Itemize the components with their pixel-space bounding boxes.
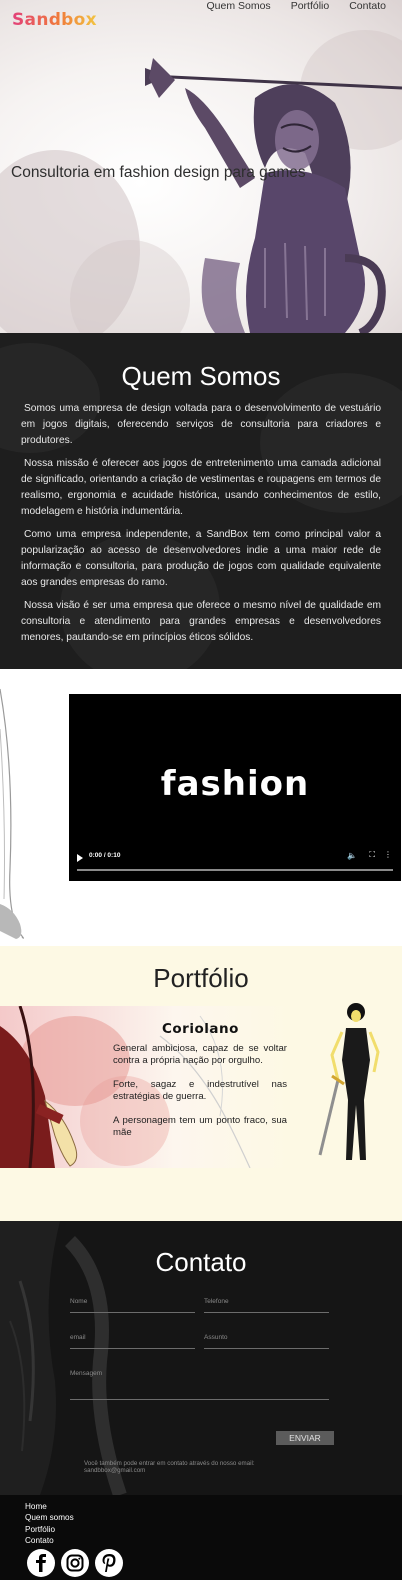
email-field-label: email (70, 1334, 86, 1341)
instagram-icon[interactable] (61, 1549, 89, 1577)
send-button[interactable]: ENVIAR (276, 1431, 334, 1445)
volume-icon[interactable]: 🔈 (347, 851, 357, 860)
hero-warrior-illustration (145, 58, 402, 333)
phone-field-label: Telefone (204, 1298, 229, 1305)
top-navigation: Quem Somos Portfólio Contato (206, 0, 386, 12)
hero-section: Sandbox Quem Somos Portfólio Contato Con… (0, 0, 402, 333)
about-paragraph: Como uma empresa independente, a SandBox… (21, 529, 381, 588)
name-field[interactable]: Nome (70, 1298, 195, 1313)
sketch-illustration (0, 688, 24, 939)
video-section: fashion 0:00 / 0:10 🔈 ⛶ ⋮ (0, 669, 402, 946)
nav-link-quem-somos[interactable]: Quem Somos (206, 0, 270, 12)
portfolio-section: Portfólio Coriolano General ambiciosa, c… (0, 946, 402, 1221)
footer-link-home[interactable]: Home (25, 1501, 74, 1512)
phone-field[interactable]: Telefone (204, 1298, 329, 1313)
footer-navigation: Home Quem somos Portfólio Contato (25, 1501, 74, 1547)
footer: Home Quem somos Portfólio Contato (0, 1495, 402, 1580)
description-paragraph: Forte, sagaz e indestrutível nas estraté… (113, 1079, 287, 1102)
description-paragraph: General ambiciosa, capaz de se voltar co… (113, 1043, 287, 1066)
section-title-quem-somos: Quem Somos (121, 361, 281, 391)
video-player[interactable]: fashion 0:00 / 0:10 🔈 ⛶ ⋮ (69, 694, 401, 881)
social-links (27, 1549, 123, 1577)
about-paragraph: Nossa visão é ser uma empresa que oferec… (21, 600, 381, 643)
contact-email-note: Você também pode entrar em contato atrav… (84, 1460, 255, 1474)
sandbox-logo[interactable]: Sandbox (12, 10, 97, 30)
fullscreen-icon[interactable]: ⛶ (369, 850, 375, 860)
character-name: Coriolano (162, 1021, 239, 1037)
more-options-icon[interactable]: ⋮ (384, 850, 392, 859)
about-paragraph: Nossa missão é oferecer aos jogos de ent… (21, 458, 381, 517)
video-progress-bar[interactable] (77, 869, 393, 871)
nav-link-contato[interactable]: Contato (349, 0, 386, 12)
section-title-portfolio: Portfólio (153, 963, 249, 993)
character-description: General ambiciosa, capaz de se voltar co… (113, 1043, 287, 1151)
subject-field-label: Assunto (204, 1334, 228, 1341)
subject-field[interactable]: Assunto (204, 1334, 329, 1349)
video-time: 0:00 / 0:10 (89, 852, 121, 859)
about-section: Quem Somos Somos uma empresa de design v… (0, 333, 402, 669)
pinterest-icon[interactable] (95, 1549, 123, 1577)
character-figure (318, 1003, 380, 1160)
footer-link-portfolio[interactable]: Portfólio (25, 1524, 74, 1535)
message-field-label: Mensagem (70, 1370, 103, 1377)
footer-link-contato[interactable]: Contato (25, 1535, 74, 1546)
footer-link-quem-somos[interactable]: Quem somos (25, 1512, 74, 1523)
name-field-label: Nome (70, 1298, 88, 1305)
nav-link-portfolio[interactable]: Portfólio (291, 0, 330, 12)
facebook-icon[interactable] (27, 1549, 55, 1577)
hero-tagline: Consultoria em fashion design para games (11, 164, 306, 181)
about-paragraph: Somos uma empresa de design voltada para… (21, 403, 381, 446)
play-icon[interactable] (77, 854, 83, 862)
email-field[interactable]: email (70, 1334, 195, 1349)
about-text: Somos uma empresa de design voltada para… (21, 401, 381, 653)
contact-section: Contato Nome Telefone email Assunto Mens… (0, 1221, 402, 1495)
section-title-contato: Contato (155, 1247, 247, 1277)
message-field[interactable]: Mensagem (70, 1370, 329, 1400)
description-paragraph: A personagem tem um ponto fraco, sua mãe (113, 1115, 287, 1138)
video-title: fashion (160, 764, 310, 804)
video-controls: 0:00 / 0:10 🔈 ⛶ ⋮ (69, 849, 401, 871)
